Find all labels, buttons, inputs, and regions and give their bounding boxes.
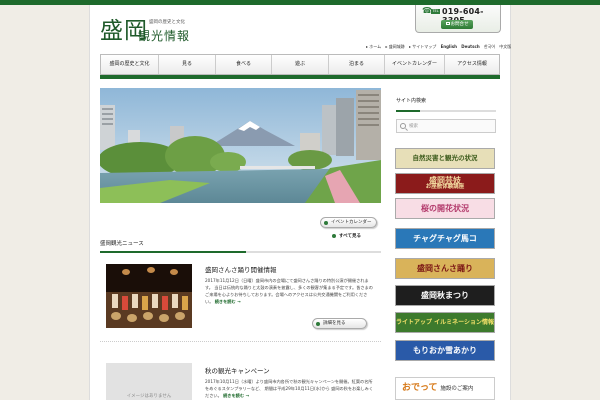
- bullet-icon: [332, 233, 336, 238]
- banner-disaster-info[interactable]: 自然災害と観光の状況: [395, 148, 495, 169]
- banner-geisha[interactable]: 盛岡芸妓 お座敷体験講座: [395, 173, 495, 194]
- post-title[interactable]: 盛岡さんさ踊り開催情報: [205, 264, 277, 274]
- post-excerpt: 2017年10月11日（水曜）より盛岡市内各所で秋の観光キャンペーンを開催。紅葉…: [205, 378, 375, 399]
- no-image-placeholder[interactable]: イメージはありません: [106, 363, 192, 400]
- util-link-sitemap[interactable]: ▸ サイトマップ: [409, 44, 436, 49]
- search-divider-accent: [396, 110, 420, 112]
- util-link-deutsch[interactable]: Deutsch: [461, 44, 479, 49]
- page-container: 盛岡 盛岡の歴史と文化 観光情報 ☎ TEL 019-604-3305 お問合せ…: [89, 5, 511, 400]
- global-nav: 盛岡の歴史と文化 見る 食べる 遊ぶ 泊まる イベントカレンダー アクセス情報: [100, 54, 500, 75]
- banner-odette-sub: 施設のご案内: [440, 386, 474, 392]
- banner-snow-light[interactable]: もりおか雪あかり: [395, 340, 495, 361]
- bullet-icon: [316, 321, 320, 326]
- banner-geisha-sub: お座敷体験講座: [425, 184, 465, 190]
- post-thumbnail[interactable]: [106, 264, 192, 328]
- utility-links: ▸ ホーム ▸ 盛岡城跡 ▸ サイトマップ English Deutsch 한국…: [366, 44, 514, 50]
- site-logo-sub[interactable]: 観光情報: [138, 27, 190, 44]
- util-link-home[interactable]: ▸ ホーム: [366, 44, 381, 49]
- banner-odette[interactable]: おでって 施設のご案内: [395, 377, 495, 400]
- contact-label: お問合せ: [450, 22, 469, 27]
- util-link-korean[interactable]: 한국어: [484, 44, 495, 49]
- tel-badge: TEL: [431, 9, 440, 14]
- post-divider: [100, 341, 381, 342]
- post-excerpt: 2017年11月12日（日曜）盛岡市内の会場にて盛岡さんさ踊りの特別公演が開催さ…: [205, 277, 375, 305]
- phone-box: ☎ TEL 019-604-3305 お問合せ: [415, 5, 501, 33]
- event-calendar-button[interactable]: イベントカレンダー: [320, 217, 377, 228]
- nav-item-see[interactable]: 見る: [159, 55, 216, 74]
- search-input[interactable]: 検索: [396, 119, 496, 133]
- see-all-link[interactable]: すべて見る: [332, 233, 361, 239]
- contact-button[interactable]: お問合せ: [441, 20, 473, 29]
- nav-item-events[interactable]: イベントカレンダー: [385, 55, 445, 74]
- banner-chagu-chagu[interactable]: チャグチャグ馬コ: [395, 228, 495, 249]
- hero-image: [100, 88, 381, 203]
- search-placeholder: 検索: [409, 124, 418, 129]
- section-title: 盛岡観光ニュース: [100, 241, 144, 247]
- see-all-label: すべて見る: [339, 234, 362, 239]
- nav-item-play[interactable]: 遊ぶ: [272, 55, 329, 74]
- banner-cherry-blossom[interactable]: 桜の開花状況: [395, 198, 495, 219]
- read-more-link[interactable]: 続きを読む →: [215, 299, 241, 304]
- read-more-link[interactable]: 続きを読む →: [223, 393, 249, 398]
- util-link-chinese[interactable]: 中文版: [499, 44, 511, 49]
- details-button-label: 詳細を見る: [323, 321, 346, 326]
- util-link-castle[interactable]: ▸ 盛岡城跡: [385, 44, 404, 49]
- bullet-icon: [324, 220, 328, 225]
- util-link-english[interactable]: English: [441, 44, 457, 49]
- search-icon: [400, 123, 406, 129]
- nav-item-stay[interactable]: 泊まる: [329, 55, 385, 74]
- nav-item-access[interactable]: アクセス情報: [445, 55, 499, 74]
- banner-sansa-odori[interactable]: 盛岡さんさ踊り: [395, 258, 495, 279]
- banner-lightup[interactable]: ライトアップ イルミネーション情報: [395, 312, 495, 333]
- banner-autumn-festival[interactable]: 盛岡秋まつり: [395, 285, 495, 306]
- search-title: サイト内検索: [396, 98, 427, 104]
- banner-odette-logo: おでって: [402, 383, 438, 393]
- mail-icon: [445, 22, 450, 25]
- nav-item-eat[interactable]: 食べる: [216, 55, 272, 74]
- post-title[interactable]: 秋の観光キャンペーン: [205, 365, 270, 375]
- event-calendar-label: イベントカレンダー: [331, 220, 372, 225]
- nav-underline: [100, 75, 500, 79]
- section-divider-accent: [100, 251, 246, 253]
- nav-item-history[interactable]: 盛岡の歴史と文化: [101, 55, 159, 74]
- site-tagline: 盛岡の歴史と文化: [149, 20, 185, 25]
- details-button[interactable]: 詳細を見る: [312, 318, 367, 329]
- phone-icon: ☎: [422, 6, 432, 15]
